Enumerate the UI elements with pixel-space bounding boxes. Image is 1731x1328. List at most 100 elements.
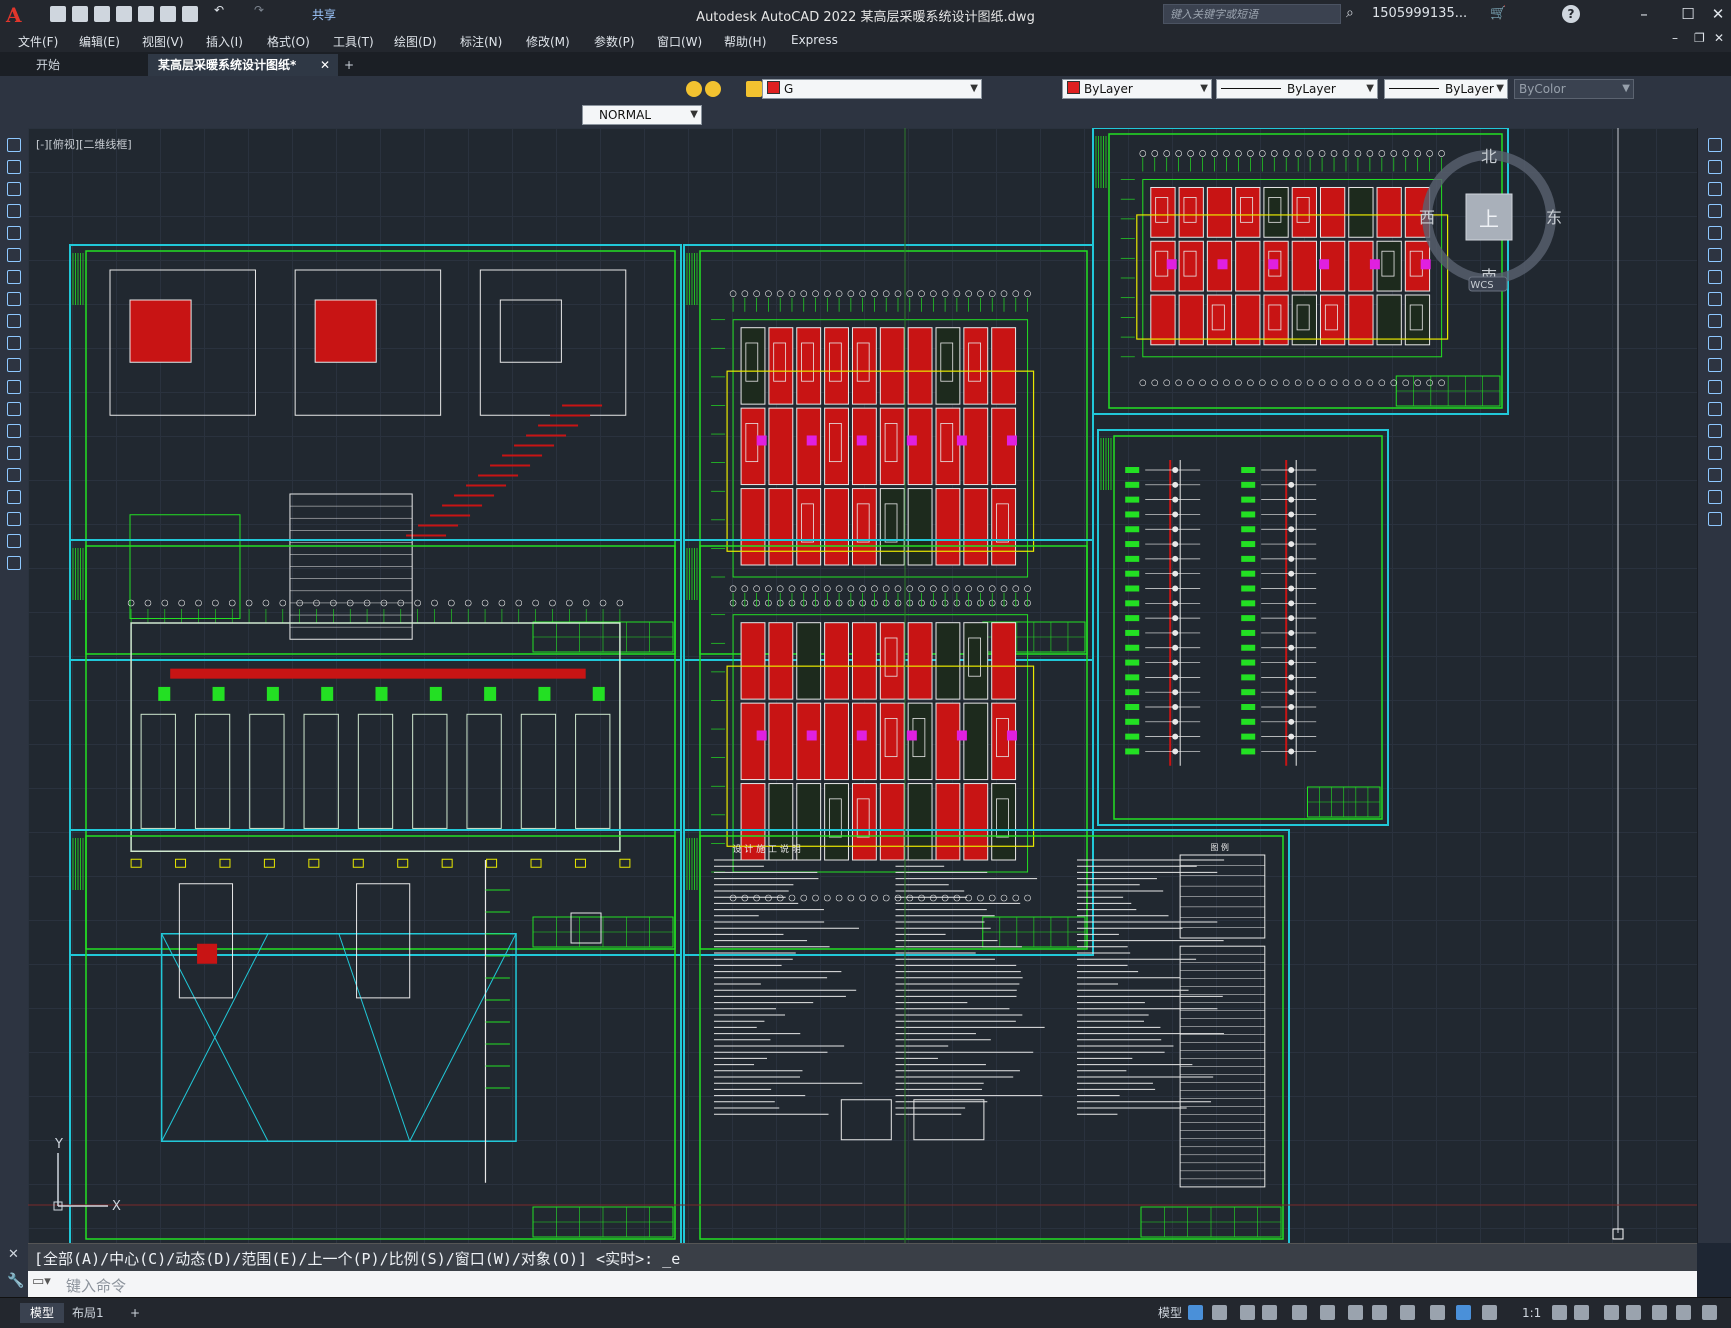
status-toggle-icon[interactable] xyxy=(1456,1305,1471,1320)
menu-tools[interactable]: 工具(T) xyxy=(333,33,374,50)
modify-tool-icon[interactable] xyxy=(1708,248,1722,262)
modify-tool-icon[interactable] xyxy=(1708,336,1722,350)
status-toggle-icon[interactable] xyxy=(1348,1305,1363,1320)
status-toggle-icon[interactable] xyxy=(1702,1305,1717,1320)
draw-tool-icon[interactable] xyxy=(7,182,21,196)
drawing-canvas[interactable]: [-][俯视][二维线框] 设 计 施 工 说 明图 例 Y X 上 北 南 东… xyxy=(28,128,1697,1243)
plotstyle-select[interactable]: ByColor ▼ xyxy=(1514,79,1634,99)
draw-tool-icon[interactable] xyxy=(7,512,21,526)
draw-tool-icon[interactable] xyxy=(7,358,21,372)
modify-tool-icon[interactable] xyxy=(1708,270,1722,284)
minimize-button[interactable]: – xyxy=(1632,4,1656,24)
draw-tool-icon[interactable] xyxy=(7,380,21,394)
status-toggle-icon[interactable] xyxy=(1626,1305,1641,1320)
layer-freeze-icon[interactable] xyxy=(705,81,721,97)
draw-tool-icon[interactable] xyxy=(7,424,21,438)
modify-tool-icon[interactable] xyxy=(1708,160,1722,174)
draw-tool-icon[interactable] xyxy=(7,292,21,306)
draw-tool-icon[interactable] xyxy=(7,160,21,174)
menu-help[interactable]: 帮助(H) xyxy=(724,33,766,50)
modify-tool-icon[interactable] xyxy=(1708,424,1722,438)
status-toggle-icon[interactable] xyxy=(1574,1305,1589,1320)
status-toggle-icon[interactable] xyxy=(1652,1305,1667,1320)
modify-tool-icon[interactable] xyxy=(1708,204,1722,218)
wrench-icon[interactable]: 🔧 xyxy=(7,1273,24,1289)
modify-tool-icon[interactable] xyxy=(1708,468,1722,482)
close-button[interactable]: ✕ xyxy=(1706,4,1730,24)
layer-lock-icon[interactable] xyxy=(746,81,762,97)
draw-tool-icon[interactable] xyxy=(7,270,21,284)
tab-document[interactable]: 某高层采暖系统设计图纸* ✕ xyxy=(148,54,338,76)
menu-format[interactable]: 格式(O) xyxy=(267,33,310,50)
menu-dimension[interactable]: 标注(N) xyxy=(460,33,502,50)
linetype-select[interactable]: ByLayer ▼ xyxy=(1216,79,1378,99)
draw-tool-icon[interactable] xyxy=(7,468,21,482)
status-toggle-icon[interactable] xyxy=(1400,1305,1415,1320)
status-toggle-icon[interactable] xyxy=(1262,1305,1277,1320)
menu-edit[interactable]: 编辑(E) xyxy=(79,33,120,50)
doc-minimize-button[interactable]: – xyxy=(1672,31,1678,45)
annotation-scale[interactable]: 1:1 xyxy=(1512,1303,1551,1323)
menu-view[interactable]: 视图(V) xyxy=(142,33,184,50)
layer-select[interactable]: G ▼ xyxy=(762,79,982,99)
modify-tool-icon[interactable] xyxy=(1708,314,1722,328)
menu-file[interactable]: 文件(F) xyxy=(18,33,58,50)
menu-modify[interactable]: 修改(M) xyxy=(526,33,570,50)
status-toggle-icon[interactable] xyxy=(1372,1305,1387,1320)
model-space-button[interactable]: 模型 xyxy=(1148,1303,1192,1323)
menu-window[interactable]: 窗口(W) xyxy=(657,33,702,50)
doc-restore-button[interactable]: ❐ xyxy=(1694,31,1705,45)
modify-tool-icon[interactable] xyxy=(1708,512,1722,526)
draw-tool-icon[interactable] xyxy=(7,556,21,570)
command-line-handle[interactable]: ✕ 🔧 xyxy=(0,1243,28,1297)
draw-tool-icon[interactable] xyxy=(7,490,21,504)
status-toggle-icon[interactable] xyxy=(1676,1305,1691,1320)
menu-insert[interactable]: 插入(I) xyxy=(206,33,243,50)
lineweight-select[interactable]: ByLayer ▼ xyxy=(1384,79,1508,99)
draw-tool-icon[interactable] xyxy=(7,138,21,152)
menu-parametric[interactable]: 参数(P) xyxy=(594,33,635,50)
modify-tool-icon[interactable] xyxy=(1708,292,1722,306)
status-toggle-icon[interactable] xyxy=(1482,1305,1497,1320)
status-toggle-icon[interactable] xyxy=(1188,1305,1203,1320)
draw-tool-icon[interactable] xyxy=(7,402,21,416)
draw-tool-icon[interactable] xyxy=(7,534,21,548)
draw-tool-icon[interactable] xyxy=(7,314,21,328)
close-tab-icon[interactable]: ✕ xyxy=(320,54,330,76)
status-toggle-icon[interactable] xyxy=(1320,1305,1335,1320)
tab-model[interactable]: 模型 xyxy=(20,1303,65,1323)
status-toggle-icon[interactable] xyxy=(1552,1305,1567,1320)
search-input[interactable]: 键入关键字或短语 xyxy=(1163,4,1341,24)
search-icon[interactable]: ⌕ xyxy=(1346,5,1354,21)
draw-tool-icon[interactable] xyxy=(7,446,21,460)
status-toggle-icon[interactable] xyxy=(1430,1305,1445,1320)
user-account[interactable]: 1505999135... xyxy=(1372,6,1467,21)
modify-tool-icon[interactable] xyxy=(1708,226,1722,240)
command-input[interactable]: ▭▾ 键入命令 xyxy=(28,1271,1697,1297)
draw-tool-icon[interactable] xyxy=(7,248,21,262)
tab-start[interactable]: 开始 xyxy=(26,54,166,76)
modify-tool-icon[interactable] xyxy=(1708,490,1722,504)
dimstyle-select[interactable]: NORMAL ▼ xyxy=(582,105,702,125)
view-cube[interactable]: 上 北 南 东 西 WCS xyxy=(1414,142,1564,292)
draw-tool-icon[interactable] xyxy=(7,204,21,218)
layer-on-icon[interactable] xyxy=(686,81,702,97)
modify-tool-icon[interactable] xyxy=(1708,446,1722,460)
color-select[interactable]: ByLayer ▼ xyxy=(1062,79,1212,99)
cad-drawing[interactable]: 设 计 施 工 说 明 图 例 Y X xyxy=(28,128,1697,1243)
draw-tool-icon[interactable] xyxy=(7,226,21,240)
doc-close-button[interactable]: ✕ xyxy=(1714,31,1724,45)
maximize-button[interactable]: ☐ xyxy=(1676,4,1700,24)
help-icon[interactable]: ? xyxy=(1562,5,1580,23)
cart-icon[interactable]: 🛒 xyxy=(1490,6,1506,21)
modify-tool-icon[interactable] xyxy=(1708,402,1722,416)
modify-tool-icon[interactable] xyxy=(1708,138,1722,152)
modify-tool-icon[interactable] xyxy=(1708,358,1722,372)
draw-tool-icon[interactable] xyxy=(7,336,21,350)
status-toggle-icon[interactable] xyxy=(1212,1305,1227,1320)
menu-draw[interactable]: 绘图(D) xyxy=(394,33,437,50)
command-prompt-icon[interactable]: ▭▾ xyxy=(32,1274,51,1289)
status-toggle-icon[interactable] xyxy=(1240,1305,1255,1320)
status-toggle-icon[interactable] xyxy=(1292,1305,1307,1320)
menu-express[interactable]: Express xyxy=(791,33,838,47)
